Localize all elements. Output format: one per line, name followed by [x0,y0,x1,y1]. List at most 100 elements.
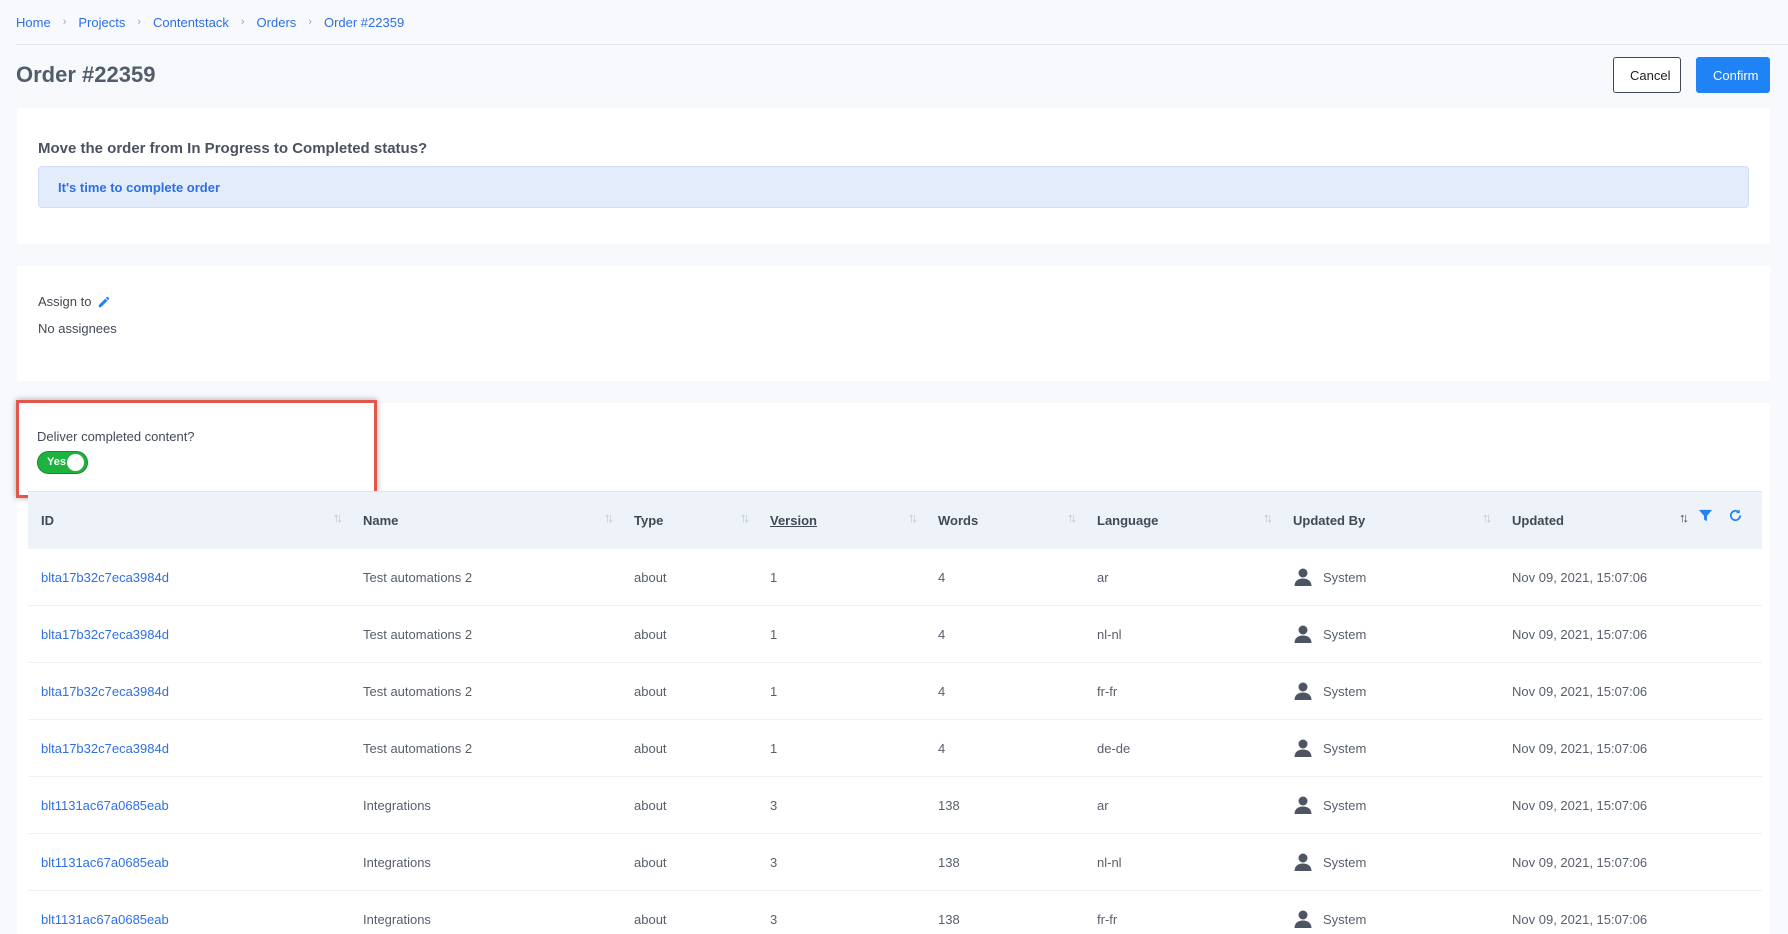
row-id-link: blta17b32c7eca3984d [28,549,350,605]
updated-by-name: System [1323,626,1367,642]
row-type: about [634,683,667,699]
table-tools [1698,508,1744,524]
row-updated-by: System [1280,891,1499,934]
content-id-link[interactable]: blta17b32c7eca3984d [41,741,169,756]
row-id-link: blta17b32c7eca3984d [28,663,350,719]
column-header-version[interactable]: Version ↑↓ [757,492,925,549]
cancel-button[interactable]: Cancel [1613,57,1681,93]
user-avatar-icon [1293,738,1313,758]
row-words: 138 [938,911,960,927]
row-type: about [634,911,667,927]
content-id-link[interactable]: blta17b32c7eca3984d [41,684,169,699]
user-avatar-icon [1293,681,1313,701]
row-type: about [634,626,667,642]
row-language: ar [1097,797,1109,813]
deliver-content-toggle[interactable]: Yes [37,451,88,474]
row-type: about [634,569,667,585]
sort-icon[interactable]: ↑↓ [1067,510,1077,525]
updated-by-name: System [1323,854,1367,870]
header-actions: Cancel Confirm [1613,57,1770,93]
filter-icon[interactable] [1698,508,1714,524]
row-version: 1 [770,569,778,585]
row-version: 3 [770,797,778,813]
refresh-icon[interactable] [1728,508,1744,524]
row-words: 4 [938,740,946,756]
assign-card: Assign to No assignees [17,266,1770,381]
row-updated: Nov 09, 2021, 15:07:06 [1512,797,1648,813]
column-header-id[interactable]: ID ↑↓ [28,492,350,549]
sort-icon[interactable]: ↑↓ [1482,510,1492,525]
row-updated-by: System [1280,549,1499,605]
row-language: nl-nl [1097,854,1122,870]
toggle-label: Yes [47,456,66,468]
row-updated-by: System [1280,834,1499,890]
table-row[interactable]: blta17b32c7eca3984d Test automations 2 abo… [28,663,1762,720]
row-type: about [634,797,667,813]
row-words: 138 [938,854,960,870]
row-language: ar [1097,569,1109,585]
deliver-content-label: Deliver completed content? [37,429,195,444]
column-header-type[interactable]: Type ↑↓ [621,492,757,549]
breadcrumb-orders[interactable]: Orders [257,15,297,30]
row-words: 138 [938,797,960,813]
content-id-link[interactable]: blta17b32c7eca3984d [41,570,169,585]
sort-icon[interactable]: ↑↓ [1263,510,1273,525]
sort-icon[interactable]: ↑↓ [604,510,614,525]
column-header-words[interactable]: Words ↑↓ [925,492,1084,549]
updated-by-name: System [1323,569,1367,585]
row-version: 1 [770,683,778,699]
status-card: Move the order from In Progress to Compl… [17,108,1770,244]
status-info-banner: It's time to complete order [38,166,1749,208]
updated-by-name: System [1323,683,1367,699]
row-id-link: blta17b32c7eca3984d [28,606,350,662]
row-id-link: blt1131ac67a0685eab [28,891,350,934]
content-id-link[interactable]: blt1131ac67a0685eab [41,855,169,870]
table-row[interactable]: blta17b32c7eca3984d Test automations 2 abo… [28,720,1762,777]
sort-icon[interactable]: ↑↓ [333,510,343,525]
updated-by-name: System [1323,797,1367,813]
content-id-link[interactable]: blta17b32c7eca3984d [41,627,169,642]
column-header-name[interactable]: Name ↑↓ [350,492,621,549]
table-row[interactable]: blta17b32c7eca3984d Test automations 2 abo… [28,549,1762,606]
row-words: 4 [938,683,946,699]
breadcrumb-home[interactable]: Home [16,15,51,30]
toggle-knob [67,454,84,471]
column-header-language[interactable]: Language ↑↓ [1084,492,1280,549]
row-name: Test automations 2 [363,569,473,585]
breadcrumb-projects[interactable]: Projects [78,15,125,30]
row-updated: Nov 09, 2021, 15:07:06 [1512,626,1648,642]
breadcrumb-current-order[interactable]: Order #22359 [324,15,404,30]
row-name: Test automations 2 [363,626,473,642]
table-row[interactable]: blta17b32c7eca3984d Test automations 2 abo… [28,606,1762,663]
row-name: Integrations [363,797,431,813]
deliver-highlight-box [16,400,377,498]
table-row[interactable]: blt1131ac67a0685eab Integrations about 3 138… [28,777,1762,834]
sort-desc-icon[interactable]: ↑↓ [1679,510,1689,525]
table-row[interactable]: blt1131ac67a0685eab Integrations about 3 138… [28,834,1762,891]
row-updated: Nov 09, 2021, 15:07:06 [1512,854,1648,870]
row-name: Integrations [363,911,431,927]
content-id-link[interactable]: blt1131ac67a0685eab [41,798,169,813]
breadcrumb-contentstack[interactable]: Contentstack [153,15,229,30]
row-id-link: blt1131ac67a0685eab [28,777,350,833]
table-header: ID ↑↓ Name ↑↓ Type ↑↓ Version ↑↓ Words ↑↓ Lan… [28,491,1762,549]
row-version: 1 [770,626,778,642]
sort-icon[interactable]: ↑↓ [908,510,918,525]
deliver-card: Deliver completed content? Yes ID ↑↓ Name… [16,400,1770,934]
assignees-value: No assignees [38,321,117,336]
row-type: about [634,854,667,870]
column-header-updated[interactable]: Updated ↑↓ [1499,492,1762,549]
content-table: ID ↑↓ Name ↑↓ Type ↑↓ Version ↑↓ Words ↑↓ Lan… [28,491,1762,934]
user-avatar-icon [1293,567,1313,587]
row-updated: Nov 09, 2021, 15:07:06 [1512,569,1648,585]
row-words: 4 [938,569,946,585]
pencil-icon[interactable] [97,295,111,309]
content-id-link[interactable]: blt1131ac67a0685eab [41,912,169,927]
table-row[interactable]: blt1131ac67a0685eab Integrations about 3 138… [28,891,1762,934]
column-header-updated-by[interactable]: Updated By ↑↓ [1280,492,1499,549]
sort-icon[interactable]: ↑↓ [740,510,750,525]
row-language: fr-fr [1097,911,1118,927]
row-words: 4 [938,626,946,642]
chevron-right-icon: › [62,16,67,28]
confirm-button[interactable]: Confirm [1696,57,1770,93]
